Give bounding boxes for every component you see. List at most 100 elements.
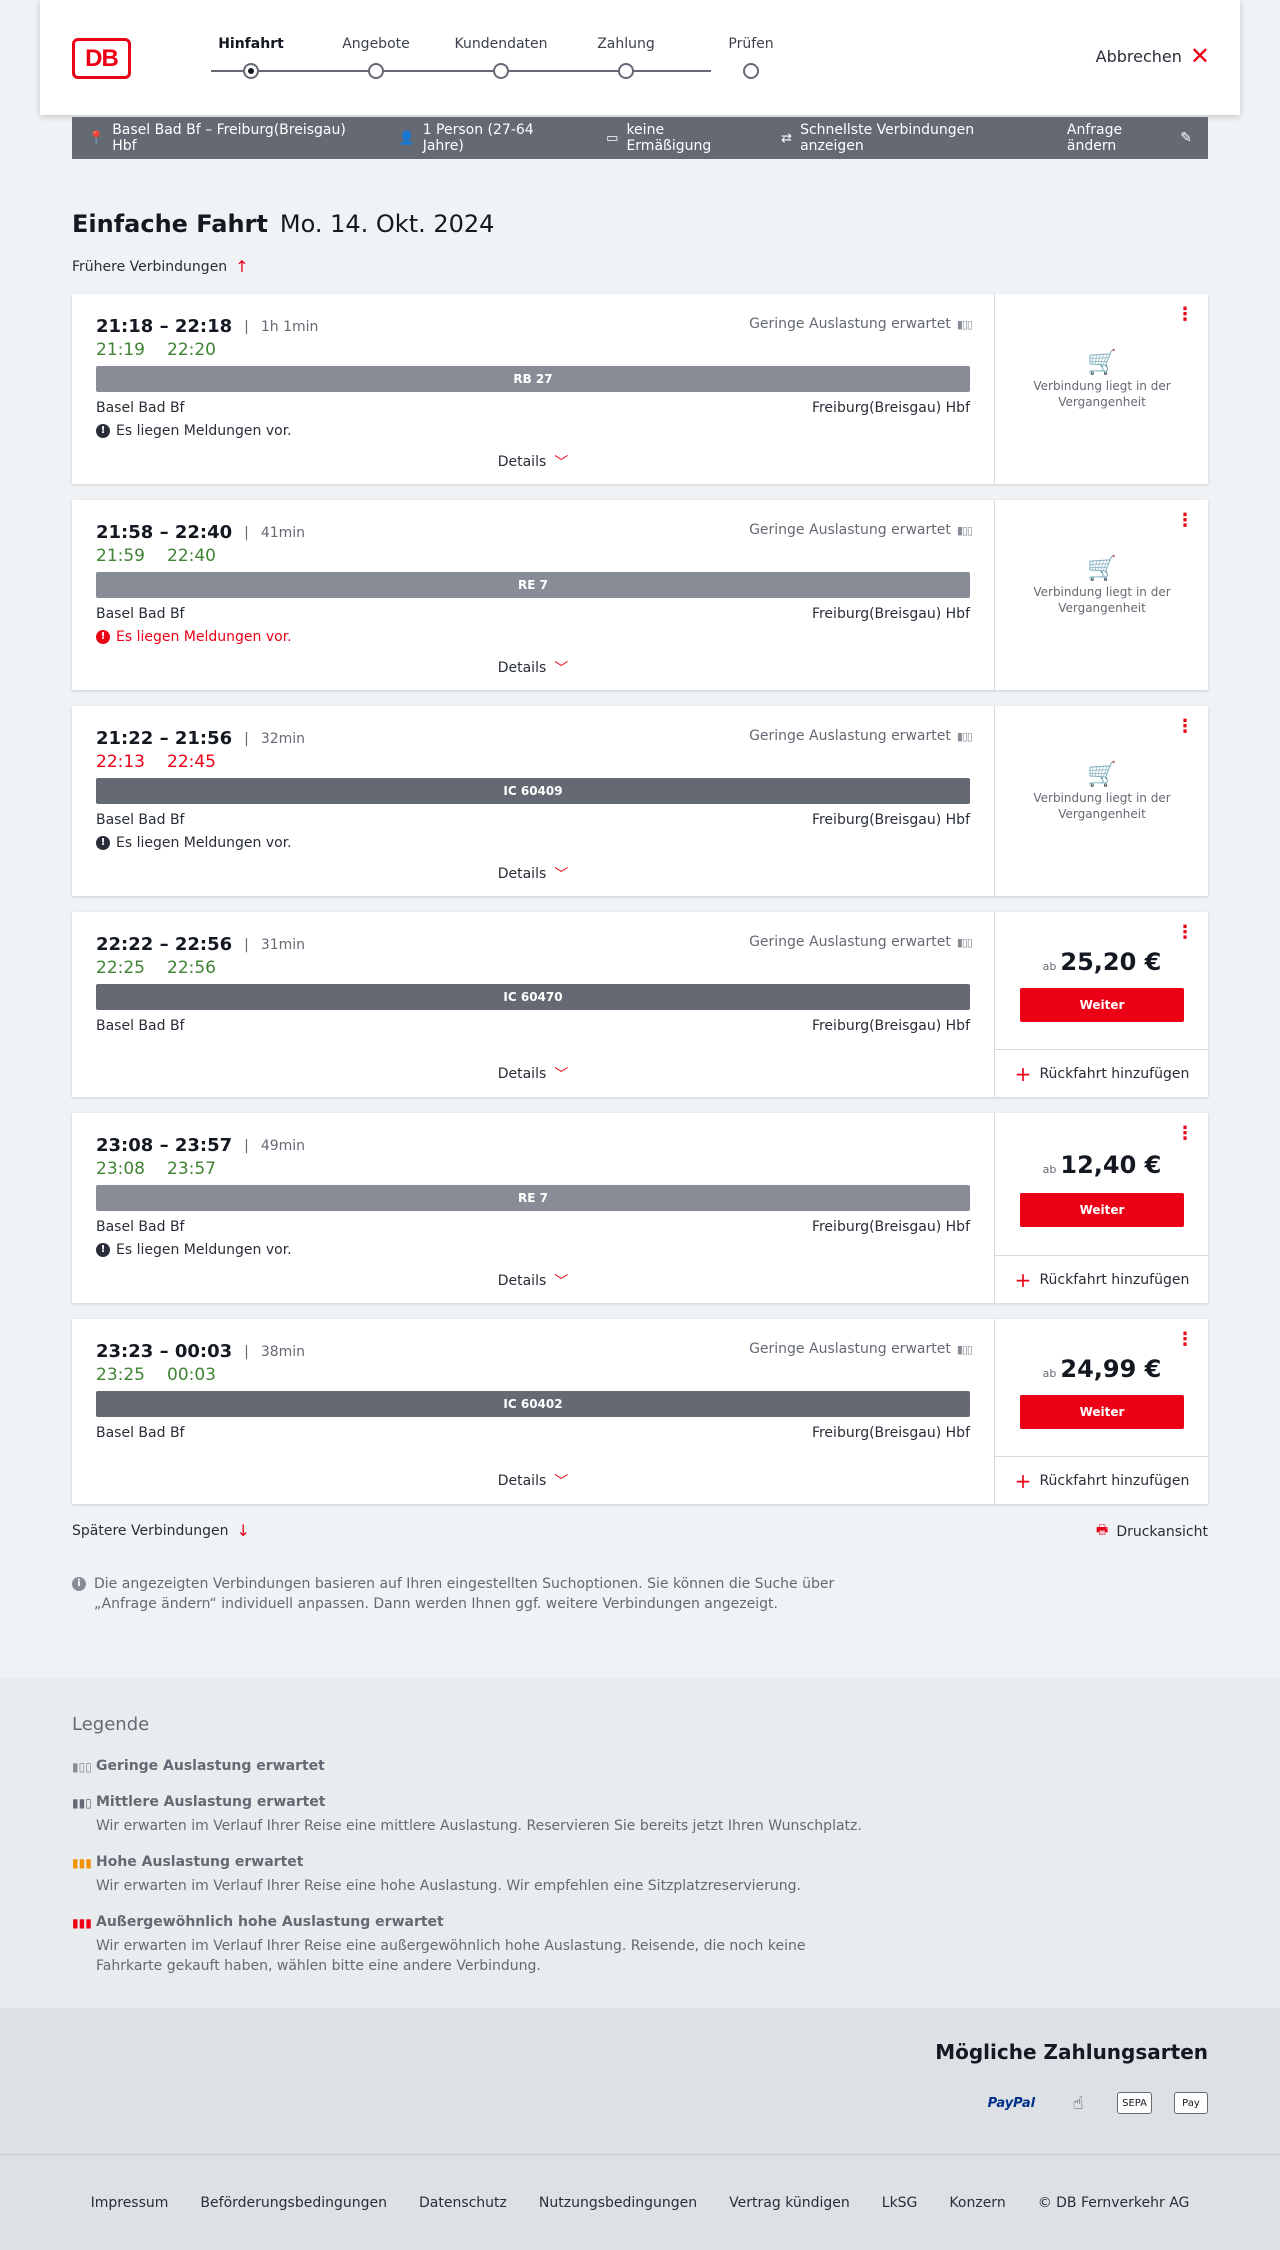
details-toggle[interactable]: Details ﹀ <box>72 658 994 678</box>
train-bar[interactable]: IC 60470 <box>96 984 970 1010</box>
price-prefix: ab <box>1042 960 1057 973</box>
connection-card: 23:08 – 23:57 | 49min 23:08 23:57 RE 7 Base… <box>72 1113 1209 1303</box>
more-options-icon[interactable]: ⋮ <box>1176 1331 1194 1349</box>
plus-icon: + <box>1014 1061 1032 1086</box>
realtime-times: 22:13 22:45 <box>96 752 238 772</box>
realtime-arrival: 22:40 <box>167 546 216 566</box>
add-return-button[interactable]: + Rückfahrt hinzufügen <box>995 1456 1209 1504</box>
earlier-connections-link[interactable]: Frühere Verbindungen ↑ <box>72 257 249 276</box>
apple-pay-label: Pay <box>1182 2097 1200 2109</box>
more-options-icon[interactable]: ⋮ <box>1176 306 1194 324</box>
to-station: Freiburg(Breisgau) Hbf <box>811 1425 970 1441</box>
connection-card: 22:22 – 22:56 | 31min 22:25 22:56 Geringe A… <box>72 912 1209 1097</box>
step-pruefen: Prüfen <box>681 0 821 110</box>
price-display: ab 12,40 € <box>995 1151 1209 1179</box>
add-return-button[interactable]: + Rückfahrt hinzufügen <box>995 1049 1209 1097</box>
more-options-icon[interactable]: ⋮ <box>1176 718 1194 736</box>
edit-request-button[interactable]: Anfrage ändern ✎ <box>1067 122 1192 154</box>
add-return-button[interactable]: + Rückfahrt hinzufügen <box>995 1255 1209 1303</box>
later-connections-link[interactable]: Spätere Verbindungen ↓ <box>72 1521 250 1540</box>
details-label: Details <box>497 866 547 882</box>
chevron-down-icon: ﹀ <box>554 1474 569 1490</box>
details-toggle[interactable]: Details ﹀ <box>72 864 994 884</box>
info-notice: i Die angezeigten Verbindungen basieren a… <box>72 1574 852 1614</box>
occupancy-indicator[interactable]: Geringe Auslastung erwartet ▮▯▯ <box>749 522 973 538</box>
past-connection-notice: 🛒 Verbindung liegt in der Vergangenheit <box>995 350 1209 410</box>
occupancy-indicator[interactable]: Geringe Auslastung erwartet ▮▯▯ <box>749 934 973 950</box>
duration: 49min <box>260 1137 306 1154</box>
train-bar[interactable]: RE 7 <box>96 572 970 598</box>
more-options-icon[interactable]: ⋮ <box>1176 512 1194 530</box>
from-station: Basel Bad Bf <box>96 1425 185 1441</box>
planned-times: 21:58 – 22:40 | 41min <box>96 522 305 543</box>
passenger-filter[interactable]: 👤 1 Person (27-64 Jahre) <box>399 122 575 154</box>
print-view-link[interactable]: 🖶 Druckansicht <box>1096 1521 1208 1543</box>
stations: Basel Bad Bf Freiburg(Breisgau) Hbf <box>96 1219 970 1235</box>
footer-link-nutzung[interactable]: Nutzungsbedingungen <box>539 2195 697 2211</box>
realtime-departure: 22:25 <box>96 958 145 978</box>
message-notice: ! Es liegen Meldungen vor. <box>96 423 292 439</box>
realtime-times: 23:25 00:03 <box>96 1365 238 1385</box>
continue-button[interactable]: Weiter <box>1020 988 1184 1022</box>
footer-link-konzern[interactable]: Konzern <box>949 2195 1005 2211</box>
separator: | <box>244 936 249 953</box>
planned-times: 21:22 – 21:56 | 32min <box>96 728 305 749</box>
occupancy-indicator[interactable]: Geringe Auslastung erwartet ▮▯▯ <box>749 316 973 332</box>
realtime-arrival: 22:56 <box>167 958 216 978</box>
discount-filter[interactable]: ▭ keine Ermäßigung <box>606 122 749 154</box>
legend-item-desc: Wir erwarten im Verlauf Ihrer Reise eine… <box>96 1878 801 1894</box>
occupancy-text: Geringe Auslastung erwartet <box>749 1341 951 1357</box>
footer-link-impressum[interactable]: Impressum <box>91 2195 169 2211</box>
route-filter[interactable]: 📍 Basel Bad Bf – Freiburg(Breisgau) Hbf <box>88 122 367 154</box>
cancel-label: Abbrechen <box>1095 46 1182 66</box>
occupancy-icon: ▮▯▯ <box>956 1342 973 1356</box>
message-text: Es liegen Meldungen vor. <box>116 1242 292 1258</box>
occupancy-exceptional-icon: ▮▮▮ <box>72 1916 92 1930</box>
details-toggle[interactable]: Details ﹀ <box>72 452 994 472</box>
times-text: 23:23 – 00:03 <box>96 1341 233 1362</box>
duration: 31min <box>260 936 306 953</box>
train-bar[interactable]: IC 60409 <box>96 778 970 804</box>
chevron-down-icon: ﹀ <box>554 1067 569 1083</box>
legend-item: ▮▮▮ Hohe Auslastung erwartet Wir erwarten … <box>72 1854 872 1896</box>
footer-copyright: © DB Fernverkehr AG <box>1037 2194 1190 2211</box>
step-label: Hinfahrt <box>218 36 284 52</box>
realtime-arrival: 22:20 <box>167 340 216 360</box>
cancel-button[interactable]: Abbrechen ✕ <box>1095 42 1210 70</box>
to-station: Freiburg(Breisgau) Hbf <box>811 606 970 622</box>
past-connection-notice: 🛒 Verbindung liegt in der Vergangenheit <box>995 556 1209 616</box>
chevron-down-icon: ﹀ <box>554 661 569 677</box>
db-logo[interactable]: DB <box>72 38 131 79</box>
more-options-icon[interactable]: ⋮ <box>1176 1125 1194 1143</box>
stations: Basel Bad Bf Freiburg(Breisgau) Hbf <box>96 812 970 828</box>
more-options-icon[interactable]: ⋮ <box>1176 924 1194 942</box>
past-connection-notice: 🛒 Verbindung liegt in der Vergangenheit <box>995 762 1209 822</box>
passenger-text: 1 Person (27-64 Jahre) <box>422 122 534 154</box>
footer-link-lksg[interactable]: LkSG <box>882 2195 918 2211</box>
train-bar[interactable]: RE 7 <box>96 1185 970 1211</box>
step-label: Kundendaten <box>454 36 548 52</box>
occupancy-indicator[interactable]: Geringe Auslastung erwartet ▮▯▯ <box>749 728 973 744</box>
footer-link-kuendigen[interactable]: Vertrag kündigen <box>729 2195 850 2211</box>
train-bar[interactable]: IC 60402 <box>96 1391 970 1417</box>
train-bar[interactable]: RB 27 <box>96 366 970 392</box>
travel-date: Mo. 14. Okt. 2024 <box>279 210 495 238</box>
occupancy-icon: ▮▯▯ <box>956 317 973 331</box>
occupancy-indicator[interactable]: Geringe Auslastung erwartet ▮▯▯ <box>749 1341 973 1357</box>
details-toggle[interactable]: Details ﹀ <box>72 1271 994 1291</box>
details-toggle[interactable]: Details ﹀ <box>72 1471 994 1491</box>
fastest-filter[interactable]: ⇄ Schnellste Verbindungen anzeigen <box>781 122 1035 154</box>
exclamation-icon: ! <box>96 1243 110 1257</box>
footer-link-datenschutz[interactable]: Datenschutz <box>419 2195 507 2211</box>
continue-button[interactable]: Weiter <box>1020 1193 1184 1227</box>
continue-button[interactable]: Weiter <box>1020 1395 1184 1429</box>
footer-link-befoerderung[interactable]: Beförderungsbedingungen <box>200 2195 387 2211</box>
occupancy-text: Geringe Auslastung erwartet <box>749 728 951 744</box>
details-toggle[interactable]: Details ﹀ <box>72 1064 994 1084</box>
close-icon: ✕ <box>1189 42 1210 70</box>
occupancy-icon: ▮▯▯ <box>956 935 973 949</box>
details-label: Details <box>497 1066 547 1082</box>
step-kundendaten: Kundendaten <box>431 0 571 110</box>
separator: | <box>244 318 249 335</box>
separator: | <box>244 1137 249 1154</box>
